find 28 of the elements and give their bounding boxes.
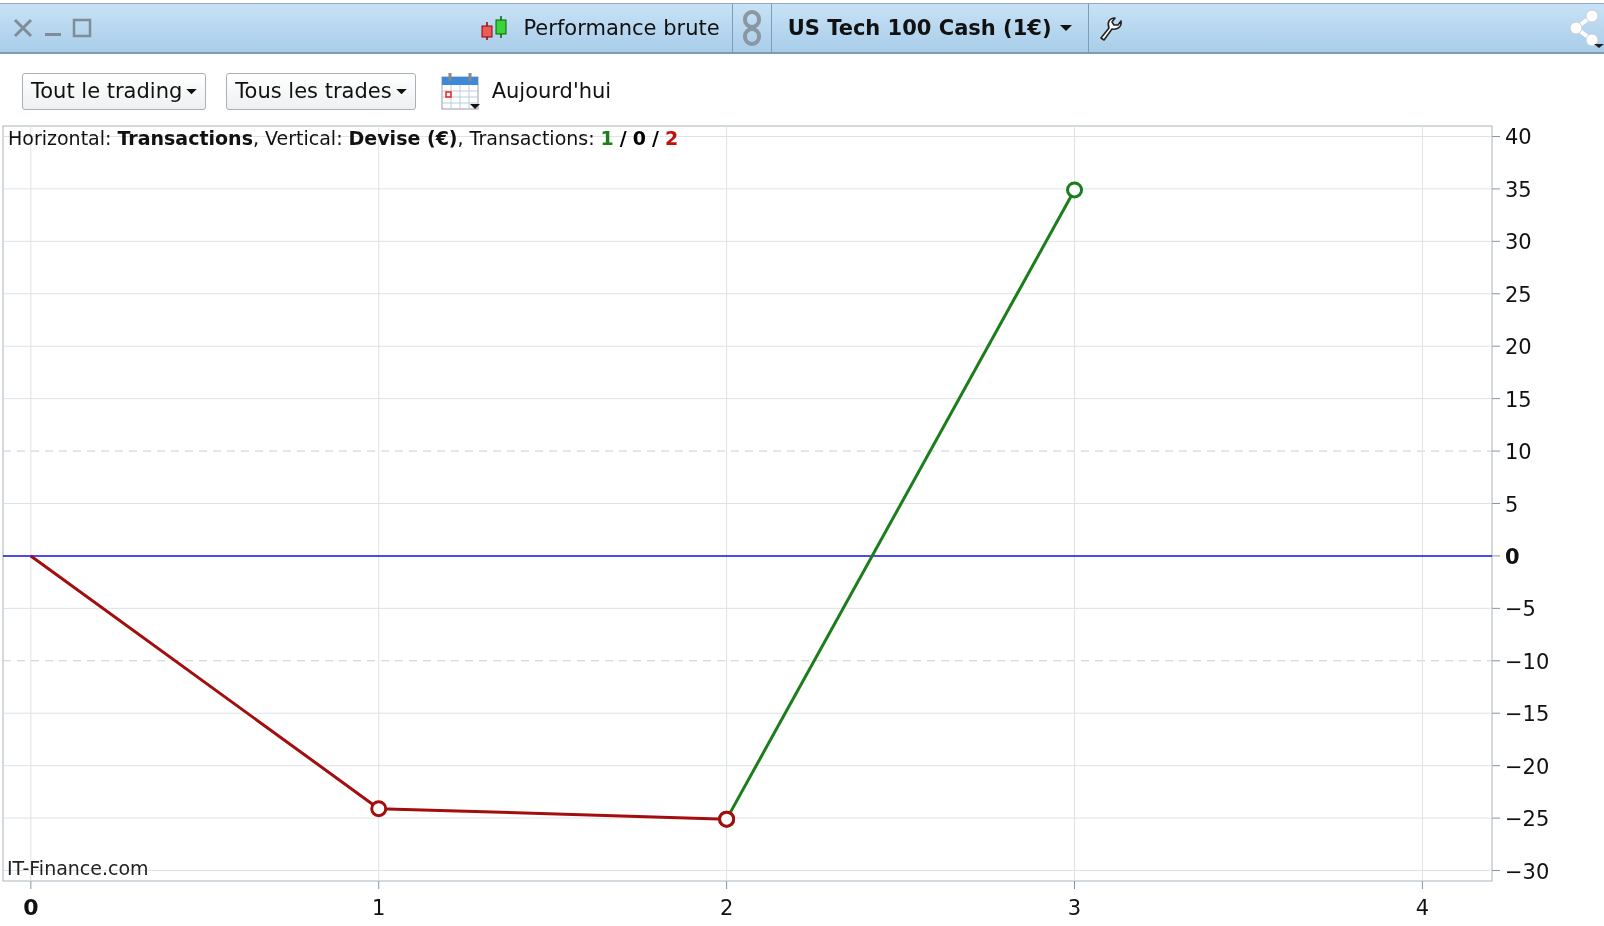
y-axis-label: −5 <box>1505 597 1536 622</box>
y-axis-label: 20 <box>1505 335 1532 360</box>
y-axis-label: 5 <box>1505 492 1519 517</box>
y-axis-label: −15 <box>1505 702 1550 727</box>
chart-info-text: / <box>652 127 659 149</box>
y-axis-label: −10 <box>1505 649 1550 674</box>
y-axis-label: 40 <box>1505 125 1532 150</box>
x-axis-label: 2 <box>719 896 734 920</box>
x-axis-label: 4 <box>1415 896 1430 920</box>
y-axis-label: 15 <box>1505 387 1532 412</box>
y-axis-label: 25 <box>1505 282 1532 307</box>
chart-info-text: 1 <box>600 127 614 149</box>
chart-info-text: / <box>619 127 627 149</box>
y-axis-label: −25 <box>1505 807 1550 832</box>
y-axis-label: −30 <box>1505 859 1550 884</box>
x-axis-label: 3 <box>1067 896 1082 920</box>
chart-info-text: 0 <box>632 127 647 149</box>
chart-info-text: Horizontal: Transactions, Vertical: Devise (€), Transactions: <box>8 127 595 149</box>
y-axis-label: 10 <box>1505 440 1532 465</box>
y-axis-label: 35 <box>1505 177 1532 202</box>
chart-info-text: 2 <box>665 127 679 149</box>
window-title: Performance brute <box>522 16 721 40</box>
chart-watermark: IT-Finance.com <box>7 857 149 879</box>
y-axis-label: 0 <box>1505 544 1520 569</box>
y-axis-label: −20 <box>1505 754 1550 779</box>
x-axis-label: 0 <box>23 895 39 920</box>
x-axis-label: 1 <box>372 896 386 920</box>
y-axis-label: 30 <box>1505 230 1532 255</box>
